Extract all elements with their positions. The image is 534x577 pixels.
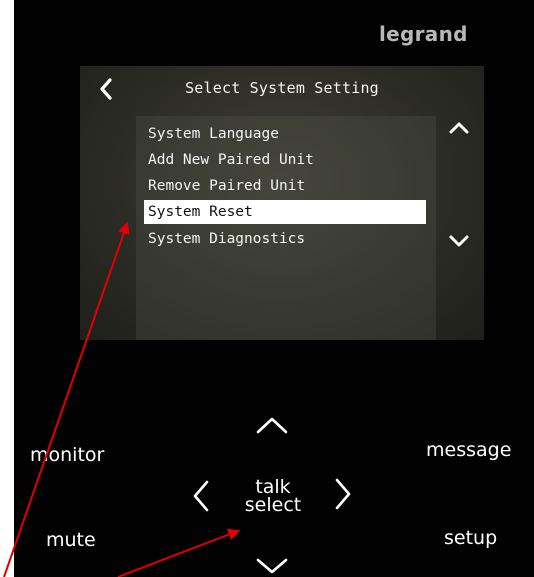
down-arrow-key[interactable] bbox=[254, 556, 290, 576]
menu-item-add-new-paired-unit[interactable]: Add New Paired Unit bbox=[144, 148, 428, 172]
message-button[interactable]: message bbox=[426, 439, 511, 461]
talk-select-button[interactable]: talk select bbox=[237, 478, 309, 516]
left-arrow-key[interactable] bbox=[190, 478, 212, 514]
up-arrow-key[interactable] bbox=[254, 414, 290, 436]
menu-item-system-diagnostics[interactable]: System Diagnostics bbox=[144, 227, 428, 251]
mute-button[interactable]: mute bbox=[46, 529, 96, 551]
chevron-up-icon[interactable] bbox=[448, 121, 470, 135]
menu-item-system-reset[interactable]: System Reset bbox=[144, 200, 426, 224]
screen-title: Select System Setting bbox=[185, 79, 379, 97]
lcd-screen: Select System Setting System Language Ad… bbox=[80, 66, 484, 340]
chevron-down-icon[interactable] bbox=[448, 234, 470, 248]
device-panel: legrand Select System Setting System Lan… bbox=[14, 0, 534, 577]
brand-logo: legrand bbox=[379, 22, 468, 46]
right-arrow-key[interactable] bbox=[332, 476, 354, 512]
setup-button[interactable]: setup bbox=[444, 527, 497, 549]
select-label: select bbox=[244, 494, 302, 516]
menu-item-system-language[interactable]: System Language bbox=[144, 122, 428, 146]
monitor-button[interactable]: monitor bbox=[30, 444, 104, 466]
menu-item-remove-paired-unit[interactable]: Remove Paired Unit bbox=[144, 174, 428, 198]
